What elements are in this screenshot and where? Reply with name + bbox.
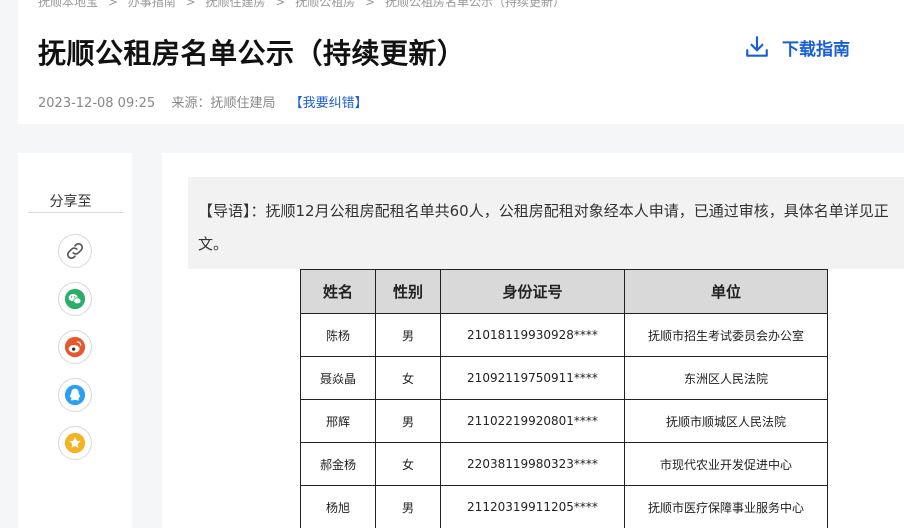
cell-name: 杨旭: [300, 485, 376, 528]
cell-name: 邢辉: [300, 399, 376, 443]
breadcrumb-separator: >: [185, 0, 196, 9]
cell-gender: 女: [375, 442, 441, 486]
breadcrumb-separator: >: [107, 0, 118, 9]
cell-employer: 市现代农业开发促进中心: [624, 442, 828, 486]
cell-employer: 抚顺市招生考试委员会办公室: [624, 313, 828, 357]
cell-gender: 男: [375, 399, 441, 443]
share-weibo-button[interactable]: [58, 330, 92, 364]
table-row: 聂焱晶 女 21092119750911**** 东洲区人民法院: [300, 356, 828, 400]
table-row: 邢辉 男 21102219920801**** 抚顺市顺城区人民法院: [300, 399, 828, 443]
header-gender: 性别: [375, 269, 441, 314]
qzone-icon: [64, 432, 86, 454]
share-qzone-button[interactable]: [58, 426, 92, 460]
share-panel: 分享至: [18, 153, 132, 528]
breadcrumb-housing[interactable]: 抚顺住建房: [205, 0, 265, 9]
source-name: 抚顺住建局: [210, 96, 276, 111]
weibo-icon: [64, 336, 86, 358]
download-guide-label: 下载指南: [782, 39, 850, 60]
breadcrumb-current: 抚顺公租房名单公示（持续更新）: [384, 0, 565, 9]
table-header-row: 姓名 性别 身份证号 单位: [300, 269, 828, 314]
breadcrumb-guide[interactable]: 办事指南: [128, 0, 176, 9]
table-row: 杨旭 男 21120319911205**** 抚顺市医疗保障事业服务中心: [300, 485, 828, 528]
breadcrumb-separator: >: [365, 0, 376, 9]
intro-label: 【导语】：: [198, 202, 266, 220]
link-icon: [66, 242, 84, 260]
breadcrumb-home[interactable]: 抚顺本地宝: [38, 0, 98, 9]
cell-id-number: 21102219920801****: [440, 399, 625, 443]
share-divider: [28, 212, 123, 213]
qq-icon: [64, 384, 86, 406]
publish-date: 2023-12-08 09:25: [38, 96, 156, 111]
cell-id-number: 21018119930928****: [440, 313, 625, 357]
download-guide-button[interactable]: 下载指南: [744, 34, 850, 60]
source-label: 来源：: [171, 96, 211, 111]
cell-gender: 男: [375, 313, 441, 357]
cell-employer: 抚顺市顺城区人民法院: [624, 399, 828, 443]
breadcrumb-public-rental[interactable]: 抚顺公租房: [295, 0, 355, 9]
page-title: 抚顺公租房名单公示（持续更新）: [38, 37, 466, 70]
share-qq-button[interactable]: [58, 378, 92, 412]
share-title: 分享至: [49, 194, 92, 210]
breadcrumb: 抚顺本地宝 > 办事指南 > 抚顺住建房 > 抚顺公租房 > 抚顺公租房名单公示…: [38, 0, 571, 10]
cell-employer: 东洲区人民法院: [624, 356, 828, 400]
table-row: 郝金杨 女 22038119980323**** 市现代农业开发促进中心: [300, 442, 828, 486]
cell-id-number: 21120319911205****: [440, 485, 625, 528]
breadcrumb-separator: >: [275, 0, 286, 9]
cell-employer: 抚顺市医疗保障事业服务中心: [624, 485, 828, 528]
cell-id-number: 21092119750911****: [440, 356, 625, 400]
cell-name: 聂焱晶: [300, 356, 376, 400]
header-name: 姓名: [300, 269, 376, 314]
share-link-button[interactable]: [58, 234, 92, 268]
cell-name: 郝金杨: [300, 442, 376, 486]
intro-text: 抚顺12月公租房配租名单共60人，公租房配租对象经本人申请，已通过审核，具体名单…: [198, 202, 889, 253]
report-error-link[interactable]: 【我要纠错】: [290, 96, 368, 111]
wechat-icon: [64, 288, 86, 310]
cell-gender: 女: [375, 356, 441, 400]
article-meta: 2023-12-08 09:25 来源：抚顺住建局 【我要纠错】: [38, 92, 368, 111]
share-wechat-button[interactable]: [58, 282, 92, 316]
cell-name: 陈杨: [300, 313, 376, 357]
download-icon: [746, 36, 768, 57]
article-intro: 【导语】：抚顺12月公租房配租名单共60人，公租房配租对象经本人申请，已通过审核…: [188, 177, 904, 269]
header-id-number: 身份证号: [440, 269, 625, 314]
cell-id-number: 22038119980323****: [440, 442, 625, 486]
table-row: 陈杨 男 21018119930928**** 抚顺市招生考试委员会办公室: [300, 313, 828, 357]
header-employer: 单位: [624, 269, 828, 314]
rental-roster-table: 姓名 性别 身份证号 单位 陈杨 男 21018119930928**** 抚顺…: [300, 269, 828, 528]
cell-gender: 男: [375, 485, 441, 528]
